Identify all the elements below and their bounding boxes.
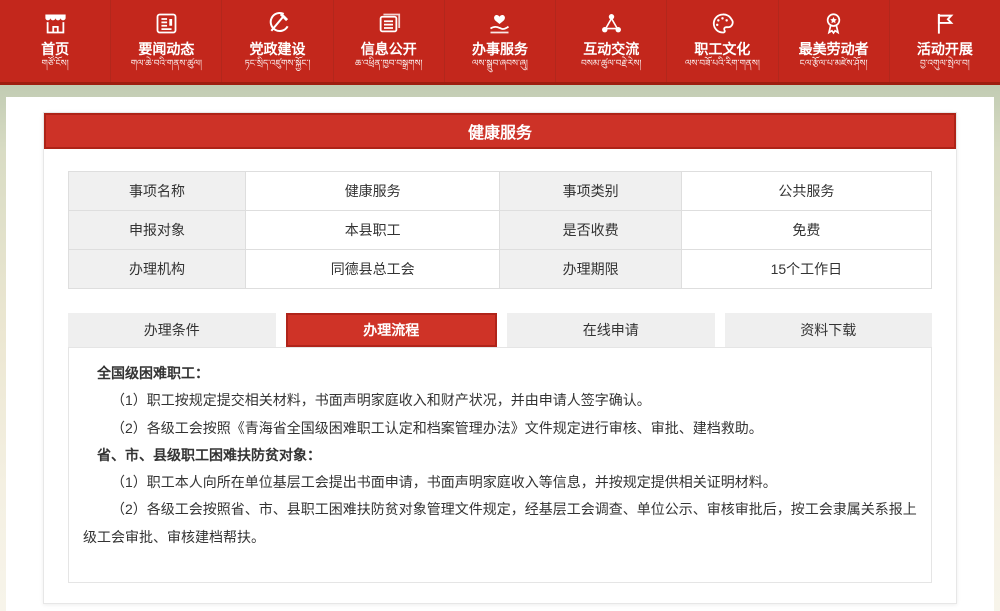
nav-label: 互动交流 [583, 41, 639, 58]
field-value-applicants: 本县职工 [245, 211, 500, 250]
field-value-time-limit: 15个工作日 [681, 250, 931, 289]
service-info-table: 事项名称 健康服务 事项类别 公共服务 申报对象 本县职工 是否收费 免费 办理… [68, 171, 932, 289]
field-label-item-category: 事项类别 [500, 172, 681, 211]
nav-label: 活动开展 [917, 41, 973, 58]
nav-item-news[interactable]: 要闻动态 གལ་ཆེ་བའི་གནས་ཚུལ། [111, 0, 222, 82]
nav-item-services[interactable]: 办事服务 ལས་སྒྲུབ་ཞབས་ཞུ། [445, 0, 556, 82]
field-label-item-name: 事项名称 [69, 172, 246, 211]
service-detail-card: 健康服务 事项名称 健康服务 事项类别 公共服务 申报对象 本县职工 是否收费 … [43, 112, 957, 604]
nav-item-activities[interactable]: 活动开展 བྱ་འགུལ་སྤེལ་བ། [890, 0, 1000, 82]
nav-label: 办事服务 [472, 41, 528, 58]
section-heading-national: 全国级困难职工： [83, 360, 917, 387]
nav-tibetan-label: བྱ་འགུལ་སྤེལ་བ། [920, 59, 970, 69]
nav-tibetan-label: ལས་བཟོ་པའི་རིག་གནས། [685, 59, 760, 69]
field-value-agency: 同德县总工会 [245, 250, 500, 289]
page-content-area: 健康服务 事项名称 健康服务 事项类别 公共服务 申报对象 本县职工 是否收费 … [6, 97, 994, 611]
nav-tibetan-label: ངལ་རྩོལ་པ་མཛེས་ཤོས། [800, 59, 868, 69]
nav-label: 信息公开 [361, 41, 417, 58]
section-paragraph: （2）各级工会按照省、市、县职工困难扶防贫对象管理文件规定，经基层工会调查、单位… [83, 496, 917, 551]
nav-tibetan-label: གཙོ་ངོས། [42, 59, 69, 69]
flag-icon [931, 10, 958, 37]
table-row: 事项名称 健康服务 事项类别 公共服务 [69, 172, 932, 211]
nav-item-worker-culture[interactable]: 职工文化 ལས་བཟོ་པའི་རིག་གནས། [667, 0, 778, 82]
nav-item-home[interactable]: 首页 གཙོ་ངོས། [0, 0, 111, 82]
section-paragraph: （1）职工按规定提交相关材料，书面声明家庭收入和财产状况，并由申请人签字确认。 [83, 387, 917, 414]
field-value-fee: 免费 [681, 211, 931, 250]
top-navigation: 首页 གཙོ་ངོས། 要闻动态 གལ་ཆེ་བའི་གནས་ཚུལ། 党政建设… [0, 0, 1000, 85]
table-row: 申报对象 本县职工 是否收费 免费 [69, 211, 932, 250]
medal-icon [820, 10, 847, 37]
table-row: 办理机构 同德县总工会 办理期限 15个工作日 [69, 250, 932, 289]
process-tab-panel: 全国级困难职工： （1）职工按规定提交相关材料，书面声明家庭收入和财产状况，并由… [68, 347, 932, 583]
palette-icon [709, 10, 736, 37]
network-icon [598, 10, 625, 37]
hammer-sickle-icon [264, 10, 291, 37]
nav-tibetan-label: ཏང་སྲིད་འཛུགས་སྐྱོང་། [245, 59, 311, 69]
nav-label: 职工文化 [694, 41, 750, 58]
nav-item-model-workers[interactable]: 最美劳动者 ངལ་རྩོལ་པ་མཛེས་ཤོས། [779, 0, 890, 82]
nav-item-info-disclosure[interactable]: 信息公开 ཆ་འཕྲིན་ཁྱབ་བསྒྲགས། [334, 0, 445, 82]
tab-process[interactable]: 办理流程 [286, 313, 498, 347]
field-label-time-limit: 办理期限 [500, 250, 681, 289]
field-label-fee: 是否收费 [500, 211, 681, 250]
nav-item-party-building[interactable]: 党政建设 ཏང་སྲིད་འཛུགས་སྐྱོང་། [222, 0, 333, 82]
page-title: 健康服务 [44, 113, 956, 149]
tab-conditions[interactable]: 办理条件 [68, 313, 276, 347]
nav-label: 首页 [41, 41, 69, 58]
storefront-icon [42, 10, 69, 37]
field-label-agency: 办理机构 [69, 250, 246, 289]
heart-hand-icon [486, 10, 513, 37]
nav-label: 党政建设 [250, 41, 306, 58]
detail-tabs: 办理条件 办理流程 在线申请 资料下载 [68, 313, 932, 347]
field-value-item-category: 公共服务 [681, 172, 931, 211]
nav-tibetan-label: གལ་ཆེ་བའི་གནས་ཚུལ། [131, 59, 202, 69]
document-icon [375, 10, 402, 37]
field-value-item-name: 健康服务 [245, 172, 500, 211]
section-paragraph: （2）各级工会按照《青海省全国级困难职工认定和档案管理办法》文件规定进行审核、审… [83, 415, 917, 442]
field-label-applicants: 申报对象 [69, 211, 246, 250]
section-heading-provincial: 省、市、县级职工困难扶防贫对象： [83, 442, 917, 469]
tab-online-apply[interactable]: 在线申请 [507, 313, 715, 347]
nav-label: 最美劳动者 [799, 41, 869, 58]
newspaper-icon [153, 10, 180, 37]
nav-item-interaction[interactable]: 互动交流 བསམ་ཚུལ་བརྗེ་རེས། [556, 0, 667, 82]
tab-downloads[interactable]: 资料下载 [725, 313, 933, 347]
nav-tibetan-label: ལས་སྒྲུབ་ཞབས་ཞུ། [472, 59, 528, 69]
nav-tibetan-label: བསམ་ཚུལ་བརྗེ་རེས། [581, 59, 641, 69]
nav-label: 要闻动态 [138, 41, 194, 58]
nav-tibetan-label: ཆ་འཕྲིན་ཁྱབ་བསྒྲགས། [355, 59, 423, 69]
section-paragraph: （1）职工本人向所在单位基层工会提出书面申请，书面声明家庭收入等信息，并按规定提… [83, 469, 917, 496]
